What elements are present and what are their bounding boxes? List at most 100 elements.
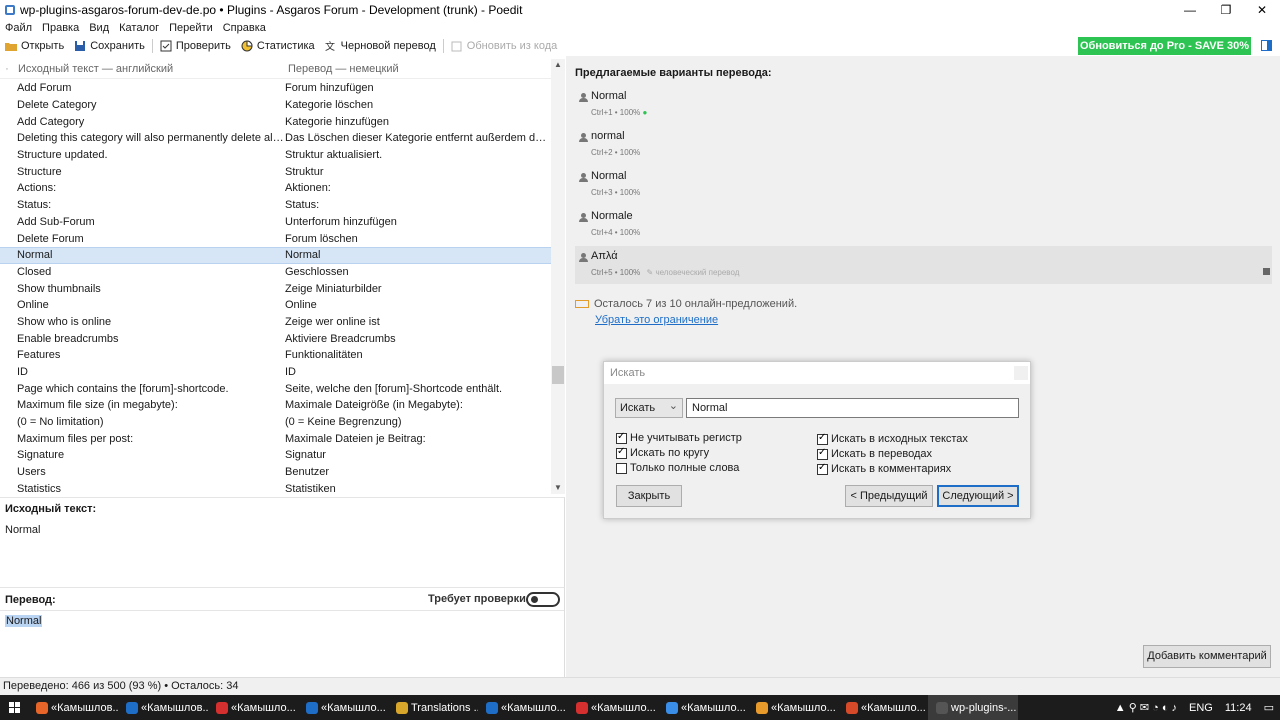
add-comment-button[interactable]: Добавить комментарий [1143, 645, 1271, 668]
table-row[interactable]: Structure Struktur [0, 163, 551, 180]
table-row[interactable]: Enable breadcrumbs Aktiviere Breadcrumbs [0, 330, 551, 347]
table-row[interactable]: (0 = No limitation) (0 = Keine Begrenzung… [0, 414, 551, 431]
pretranslate-button[interactable]: 文 Черновой перевод [320, 40, 441, 52]
table-row[interactable]: Delete Category Kategorie löschen [0, 97, 551, 114]
table-row[interactable]: Page which contains the [forum]-shortcod… [0, 380, 551, 397]
taskbar-app[interactable]: «Камышло... [208, 695, 298, 720]
table-row[interactable]: Show who is online Zeige wer online ist [0, 314, 551, 331]
menu-go[interactable]: Перейти [164, 22, 218, 34]
close-window-button[interactable]: ✕ [1244, 0, 1280, 20]
status-column-header[interactable]: · [0, 63, 14, 75]
suggestion-item[interactable]: Normale Ctrl+4 • 100% [575, 206, 1272, 244]
person-icon [579, 133, 588, 143]
menu-file[interactable]: Файл [0, 22, 37, 34]
suggestion-meta: Ctrl+1 • 100% ● [591, 108, 651, 117]
table-row[interactable]: ID ID [0, 364, 551, 381]
translation-input[interactable]: Normal [5, 615, 43, 627]
suggestion-item[interactable]: Απλά Ctrl+5 • 100% ✎ человеческий перевод [575, 246, 1272, 284]
taskbar-app[interactable]: Translations ... [388, 695, 478, 720]
language-indicator[interactable]: ENG [1189, 702, 1213, 714]
maximize-button[interactable]: ❐ [1208, 0, 1244, 20]
taskbar-app[interactable]: «Камышло... [748, 695, 838, 720]
table-row[interactable]: Add Sub-Forum Unterforum hinzufügen [0, 214, 551, 231]
translation-cell: ID [285, 366, 296, 379]
update-from-code-button[interactable]: Обновить из кода [446, 40, 562, 52]
minimize-button[interactable]: — [1172, 0, 1208, 20]
find-input[interactable]: Normal [686, 398, 1019, 418]
table-row[interactable]: Maximum files per post: Maximale Dateien … [0, 430, 551, 447]
suggestion-item[interactable]: Normal Ctrl+1 • 100% ● [575, 86, 1272, 124]
table-row[interactable]: Structure updated. Struktur aktualisiert. [0, 147, 551, 164]
translation-cell: Kategorie hinzufügen [285, 115, 389, 128]
table-row[interactable]: Closed Geschlossen [0, 264, 551, 281]
validate-button[interactable]: Проверить [155, 40, 236, 52]
search-comments-checkbox[interactable]: Искать в комментариях [817, 462, 951, 475]
find-mode-select[interactable]: Искать [615, 397, 683, 418]
table-row[interactable]: Delete Forum Forum löschen [0, 230, 551, 247]
sidebar-toggle-icon[interactable] [1261, 40, 1272, 51]
table-row[interactable]: Add Forum Forum hinzufügen [0, 80, 551, 97]
scroll-thumb[interactable] [552, 366, 564, 384]
taskbar-app[interactable]: «Камышлов... [28, 695, 118, 720]
source-cell: Delete Category [17, 99, 97, 112]
scroll-down-icon[interactable]: ▼ [551, 482, 565, 494]
taskbar-app[interactable]: «Камышло... [478, 695, 568, 720]
table-row[interactable]: Normal Normal [0, 246, 551, 264]
table-row[interactable]: Statistics Statistiken [0, 481, 551, 498]
menu-help[interactable]: Справка [218, 22, 271, 34]
clock[interactable]: 11:24 [1225, 702, 1252, 714]
taskbar-app[interactable]: «Камышло... [298, 695, 388, 720]
previous-button[interactable]: < Предыдущий [845, 485, 933, 507]
source-cell: Enable breadcrumbs [17, 332, 119, 345]
translation-column-header[interactable]: Перевод — немецкий [284, 63, 564, 75]
scroll-up-icon[interactable]: ▲ [551, 59, 565, 71]
upgrade-pro-button[interactable]: Обновиться до Pro - SAVE 30% [1078, 37, 1251, 55]
search-source-checkbox[interactable]: Искать в исходных текстах [817, 432, 968, 445]
ignore-case-checkbox[interactable]: Не учитывать регистр [616, 431, 742, 444]
table-row[interactable]: Features Funktionalitäten [0, 347, 551, 364]
close-button[interactable]: Закрыть [616, 485, 682, 507]
open-button[interactable]: Открыть [0, 40, 69, 52]
table-row[interactable]: Maximum file size (in megabyte): Maximale… [0, 397, 551, 414]
source-text: Normal [5, 524, 41, 536]
needs-work-toggle[interactable] [526, 592, 560, 607]
list-scrollbar[interactable]: ▲ ▼ [551, 59, 565, 494]
whole-words-checkbox[interactable]: Только полные слова [616, 462, 739, 474]
remove-limit-link[interactable]: Убрать это ограничение [595, 314, 718, 326]
suggestion-item[interactable]: Normal Ctrl+3 • 100% [575, 166, 1272, 204]
translation-cell: Struktur aktualisiert. [285, 149, 383, 162]
taskbar-app[interactable]: «Камышло... [838, 695, 928, 720]
person-icon [579, 213, 588, 223]
search-translations-checkbox[interactable]: Искать в переводах [817, 447, 932, 460]
next-button[interactable]: Следующий > [937, 485, 1019, 507]
table-row[interactable]: Users Benutzer [0, 464, 551, 481]
statistics-button[interactable]: Статистика [236, 40, 320, 52]
table-row[interactable]: Actions: Aktionen: [0, 180, 551, 197]
windows-start-icon[interactable] [0, 695, 28, 720]
taskbar-app[interactable]: «Камышло... [568, 695, 658, 720]
table-row[interactable]: Show thumbnails Zeige Miniaturbilder [0, 280, 551, 297]
table-row[interactable]: Online Online [0, 297, 551, 314]
tray-icons[interactable]: ▲ ⚲ ✉ ◔ ◐ ♪ [1115, 701, 1177, 714]
suggestion-text: Normal [591, 90, 627, 102]
taskbar-app[interactable]: «Камышлов... [118, 695, 208, 720]
menu-catalog[interactable]: Каталог [114, 22, 164, 34]
comment-icon[interactable] [1263, 268, 1270, 275]
save-button[interactable]: Сохранить [69, 40, 150, 52]
table-row[interactable]: Status: Status: [0, 197, 551, 214]
source-column-header[interactable]: Исходный текст — английский [14, 63, 284, 75]
notifications-icon[interactable]: ▭ [1264, 701, 1274, 714]
wrap-around-checkbox[interactable]: Искать по кругу [616, 446, 709, 459]
menu-edit[interactable]: Правка [37, 22, 84, 34]
taskbar-app[interactable]: wp-plugins-... [928, 695, 1018, 720]
app-icon [126, 701, 138, 714]
menu-view[interactable]: Вид [84, 22, 114, 34]
dialog-close-icon[interactable] [1014, 366, 1028, 380]
table-row[interactable]: Deleting this category will also permane… [0, 130, 551, 147]
table-row[interactable]: Signature Signatur [0, 447, 551, 464]
table-row[interactable]: Add Category Kategorie hinzufügen [0, 113, 551, 130]
suggestion-item[interactable]: normal Ctrl+2 • 100% [575, 126, 1272, 164]
suggestion-shortcut: Ctrl+3 • 100% [591, 188, 641, 197]
taskbar-app[interactable]: «Камышло... [658, 695, 748, 720]
source-cell: Statistics [17, 482, 62, 495]
